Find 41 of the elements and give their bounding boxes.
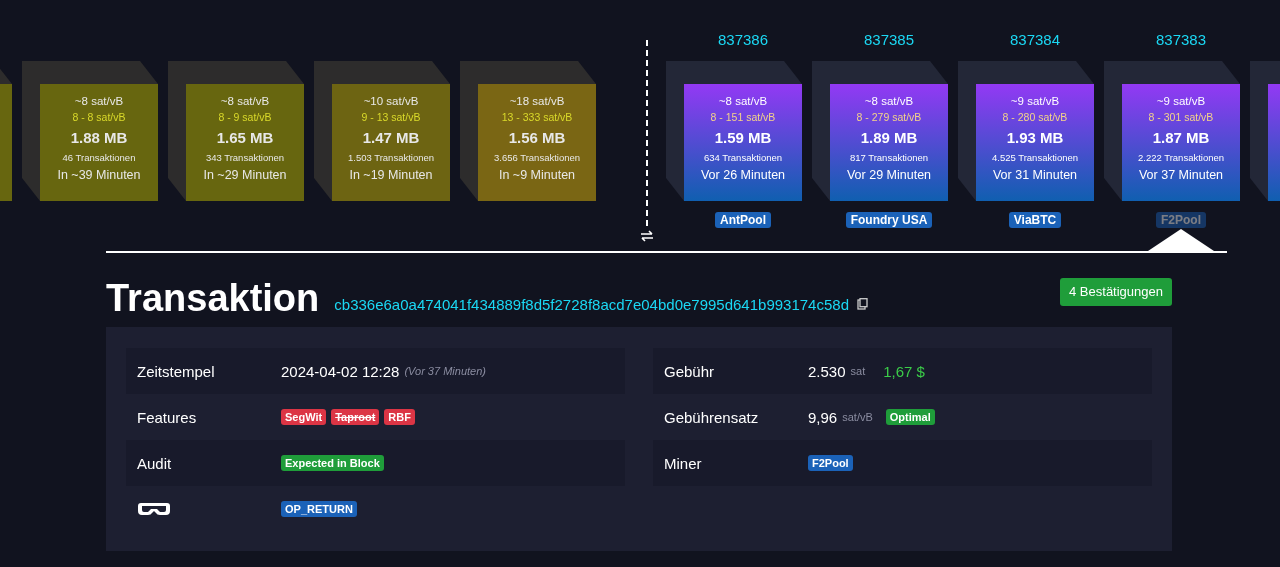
confirmations-badge: 4 Bestätigungen [1060,278,1172,306]
struck-badge: Taproot [331,409,380,425]
page-title: Transaktion [106,276,320,320]
block-height-link[interactable]: 837383 [1122,28,1240,52]
txid-link[interactable]: cb336e6a0a474041f434889f8d5f2728f8acd7e04bd0e7995d641b993174c58d [334,295,849,313]
fiat-value: 1,67 $ [883,362,925,380]
swap-icon[interactable] [640,230,654,242]
mining-pool-badge[interactable]: AntPool [715,212,771,228]
mined-block[interactable]: ~9 sat/vB 8 - 301 sat/vB 1.87 MB 2.222 Transaktionen Vor 37 Minuten [1122,84,1240,201]
mempool-block[interactable]: ~8 sat/vB 8 - 8 sat/vB 1.88 MB 46 Transaktionen In ~39 Minuten [40,84,158,201]
mined-block[interactable]: ~8 sat/vB 8 - 151 sat/vB 1.59 MB 634 Transaktionen Vor 26 Minuten [684,84,802,201]
field-label: Miner [663,454,703,472]
field-label: Audit [136,454,173,472]
mining-pool-badge[interactable]: ViaBTC [1008,212,1062,228]
mining-pool-badge[interactable]: Foundry USA [845,212,933,228]
mined-block[interactable]: ~9 sat/vB 8 - 280 sat/vB 1.93 MB 4.525 Transaktionen Vor 31 Minuten [976,84,1094,201]
goggles-icon [137,501,171,517]
tag-badge: F2Pool [808,455,853,471]
mempool-block[interactable]: ~8 sat/vB 8 - 9 sat/vB 1.65 MB 343 Transaktionen In ~29 Minuten [186,84,304,201]
field-value: 2.530 [808,362,846,380]
field-value: 9,96 [808,408,838,426]
unit-label: sat [850,365,866,377]
tag-badge: SegWit [281,409,327,425]
mempool-block[interactable]: ~18 sat/vB 13 - 333 sat/vB 1.56 MB 3.656 Transaktionen In ~9 Minuten [478,84,596,201]
field-label: Zeitstempel [136,362,216,380]
field-value: 2024-04-02 12:28 [281,362,400,380]
block-height-link[interactable]: 837384 [976,28,1094,52]
unit-label: sat/vB [842,411,873,423]
tag-badge: RBF [384,409,415,425]
field-label: Gebührensatz [663,408,760,426]
copy-icon[interactable] [857,298,868,310]
tag-badge: Optimal [885,409,935,425]
tag-badge: OP_RETURN [281,501,357,517]
block-height-link[interactable]: 837386 [684,28,802,52]
tag-badge: Expected in Block [281,455,384,471]
field-label: Features [136,408,198,426]
relative-time: (Vor 37 Minuten) [404,365,486,377]
mined-block[interactable]: ~8 sat/vB 8 - 279 sat/vB 1.89 MB 817 Transaktionen Vor 29 Minuten [830,84,948,201]
block-height-link[interactable]: 837385 [830,28,948,52]
mempool-block[interactable]: ~10 sat/vB 9 - 13 sat/vB 1.47 MB 1.503 Transaktionen In ~19 Minuten [332,84,450,201]
field-label: Gebühr [663,362,716,380]
